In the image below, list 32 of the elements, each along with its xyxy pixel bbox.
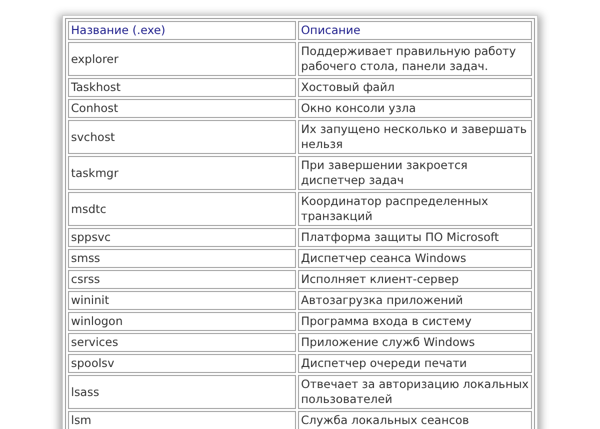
table-cell: Диспетчер сеанса Windows xyxy=(298,249,532,268)
table-cell: taskmgr xyxy=(68,156,296,190)
table-cell: lsass xyxy=(68,375,296,409)
table-cell: winlogon xyxy=(68,312,296,331)
table-cell: Координатор распределенных транзакций xyxy=(298,192,532,226)
table-cell: sppsvc xyxy=(68,228,296,247)
table-cell: Отвечает за авторизацию локальных пользователей xyxy=(298,375,532,409)
column-header: Описание xyxy=(298,21,532,40)
table-cell: Их запущено несколько и завершать нельзя xyxy=(298,120,532,154)
table-cell: Приложение служб Windows xyxy=(298,333,532,352)
table-cell: csrss xyxy=(68,270,296,289)
table-cell: Поддерживает правильную работу рабочего стола, панели задач. xyxy=(298,42,532,76)
table-cell: services xyxy=(68,333,296,352)
table-cell: Автозагрузка приложений xyxy=(298,291,532,310)
table-cell: Окно консоли узла xyxy=(298,99,532,118)
table-cell: Taskhost xyxy=(68,78,296,97)
table-cell: spoolsv xyxy=(68,354,296,373)
table-cell: msdtc xyxy=(68,192,296,226)
table-cell: Программа входа в систему xyxy=(298,312,532,331)
table-cell: Conhost xyxy=(68,99,296,118)
table-cell: svchost xyxy=(68,120,296,154)
table-cell: При завершении закроется диспетчер задач xyxy=(298,156,532,190)
table-cell: Исполняет клиент-сервер xyxy=(298,270,532,289)
column-header: Название (.exe) xyxy=(68,21,296,40)
table-cell: Платформа защиты ПО Microsoft xyxy=(298,228,532,247)
table-cell: smss xyxy=(68,249,296,268)
table-cell: Хостовый файл xyxy=(298,78,532,97)
table-cell: Служба локальных сеансов xyxy=(298,411,532,429)
table-cell: explorer xyxy=(68,42,296,76)
table-cell: lsm xyxy=(68,411,296,429)
table-cell: Диспетчер очереди печати xyxy=(298,354,532,373)
table-cell: wininit xyxy=(68,291,296,310)
